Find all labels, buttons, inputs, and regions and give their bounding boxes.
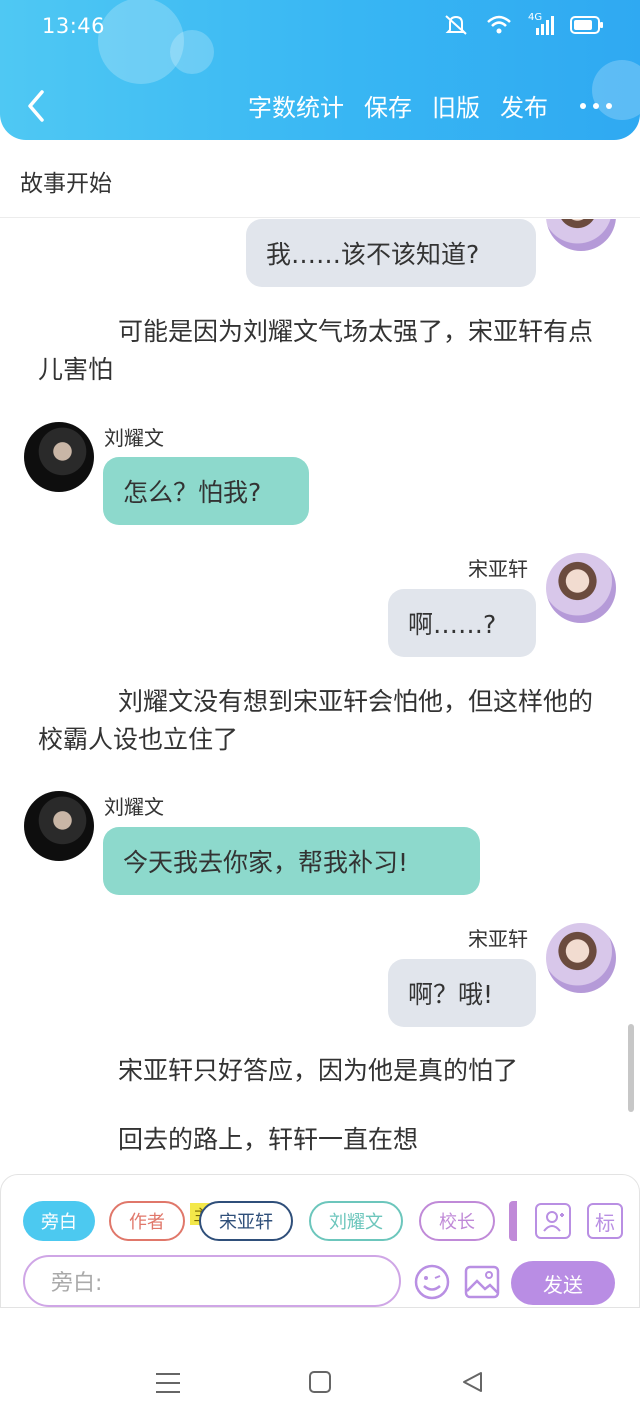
narration-text: 可能是因为刘耀文气场太强了，宋亚轩有点儿害怕 [38,317,594,384]
save-button[interactable]: 保存 [364,88,412,123]
signal-icon: 4G [528,12,554,36]
menu-icon [156,1373,180,1393]
back-nav-button[interactable] [461,1371,483,1397]
character-button[interactable] [535,1203,571,1239]
role-chip-author[interactable]: 作者 [109,1201,185,1241]
role-chip-more[interactable] [509,1201,517,1241]
narration-text: 回去的路上，轩轩一直在想 [118,1125,419,1154]
emoji-button[interactable] [413,1263,451,1301]
chevron-left-icon [28,90,44,122]
speaker-name: 宋亚轩 [468,557,528,581]
image-button[interactable] [463,1263,501,1301]
message-bubble-left: 怎么？怕我? [103,457,309,525]
send-button[interactable]: 发送 [511,1261,615,1305]
word-count-button[interactable]: 字数统计 [248,88,344,123]
battery-icon [570,16,603,34]
chapter-header: 故事开始 [0,140,640,218]
message-input[interactable]: 旁白: [23,1255,401,1307]
avatar-liuyaowen [24,791,94,861]
editor-toolbar: 旁白 作者 主 宋亚轩 刘耀文 校长 标 旁白: [0,1174,640,1308]
status-icons: 4G [442,12,604,36]
role-chip-songyaxuan[interactable]: 宋亚轩 [199,1201,293,1241]
back-button[interactable] [22,88,52,124]
scrollbar[interactable] [628,1024,634,1112]
more-icon[interactable] [580,102,612,109]
speaker-name: 刘耀文 [104,426,164,450]
speaker-name: 刘耀文 [104,795,164,819]
person-icon [543,1211,564,1232]
speaker-name: 宋亚轩 [468,927,528,951]
header-bar: 13:46 4G 字数统计 保存 旧版 发布 [0,0,640,140]
avatar-songyaxuan [546,219,616,251]
narration-text: 宋亚轩只好答应，因为他是真的怕了 [118,1056,519,1085]
message-bubble-right: 啊？哦! [388,959,536,1027]
message-bubble-left: 今天我去你家，帮我补习! [103,827,480,895]
message-bubble-right: 啊……? [388,589,536,657]
wifi-icon [487,15,511,34]
message-bubble-right: 我……该不该知道? [246,219,536,287]
image-icon [464,1265,500,1299]
home-nav-button[interactable] [309,1371,331,1397]
emoji-icon [414,1264,450,1300]
role-chip-principal[interactable]: 校长 [419,1201,495,1241]
app-screen: 13:46 4G 字数统计 保存 旧版 发布 故事开始 我……该不该知道? 可能… [0,0,640,1422]
home-square-icon [309,1371,331,1393]
menu-nav-button[interactable] [156,1372,180,1398]
story-content[interactable]: 我……该不该知道? 可能是因为刘耀文气场太强了，宋亚轩有点儿害怕 刘耀文 怎么？… [0,219,640,1174]
triangle-back-icon [463,1372,482,1392]
role-chip-liuyaowen[interactable]: 刘耀文 [309,1201,403,1241]
publish-button[interactable]: 发布 [500,88,548,123]
chapter-title[interactable]: 故事开始 [20,164,112,198]
role-chip-narrator[interactable]: 旁白 [23,1201,95,1241]
narration-text: 刘耀文没有想到宋亚轩会怕他，但这样他的校霸人设也立住了 [38,687,594,754]
status-time: 13:46 [42,14,106,38]
header-actions: 字数统计 保存 旧版 发布 [228,88,612,123]
avatar-liuyaowen [24,422,94,492]
old-version-button[interactable]: 旧版 [432,88,480,123]
mark-button[interactable]: 标 [587,1203,623,1239]
mute-icon [445,15,467,35]
avatar-songyaxuan [546,923,616,993]
system-nav-bar [0,1308,640,1422]
avatar-songyaxuan [546,553,616,623]
